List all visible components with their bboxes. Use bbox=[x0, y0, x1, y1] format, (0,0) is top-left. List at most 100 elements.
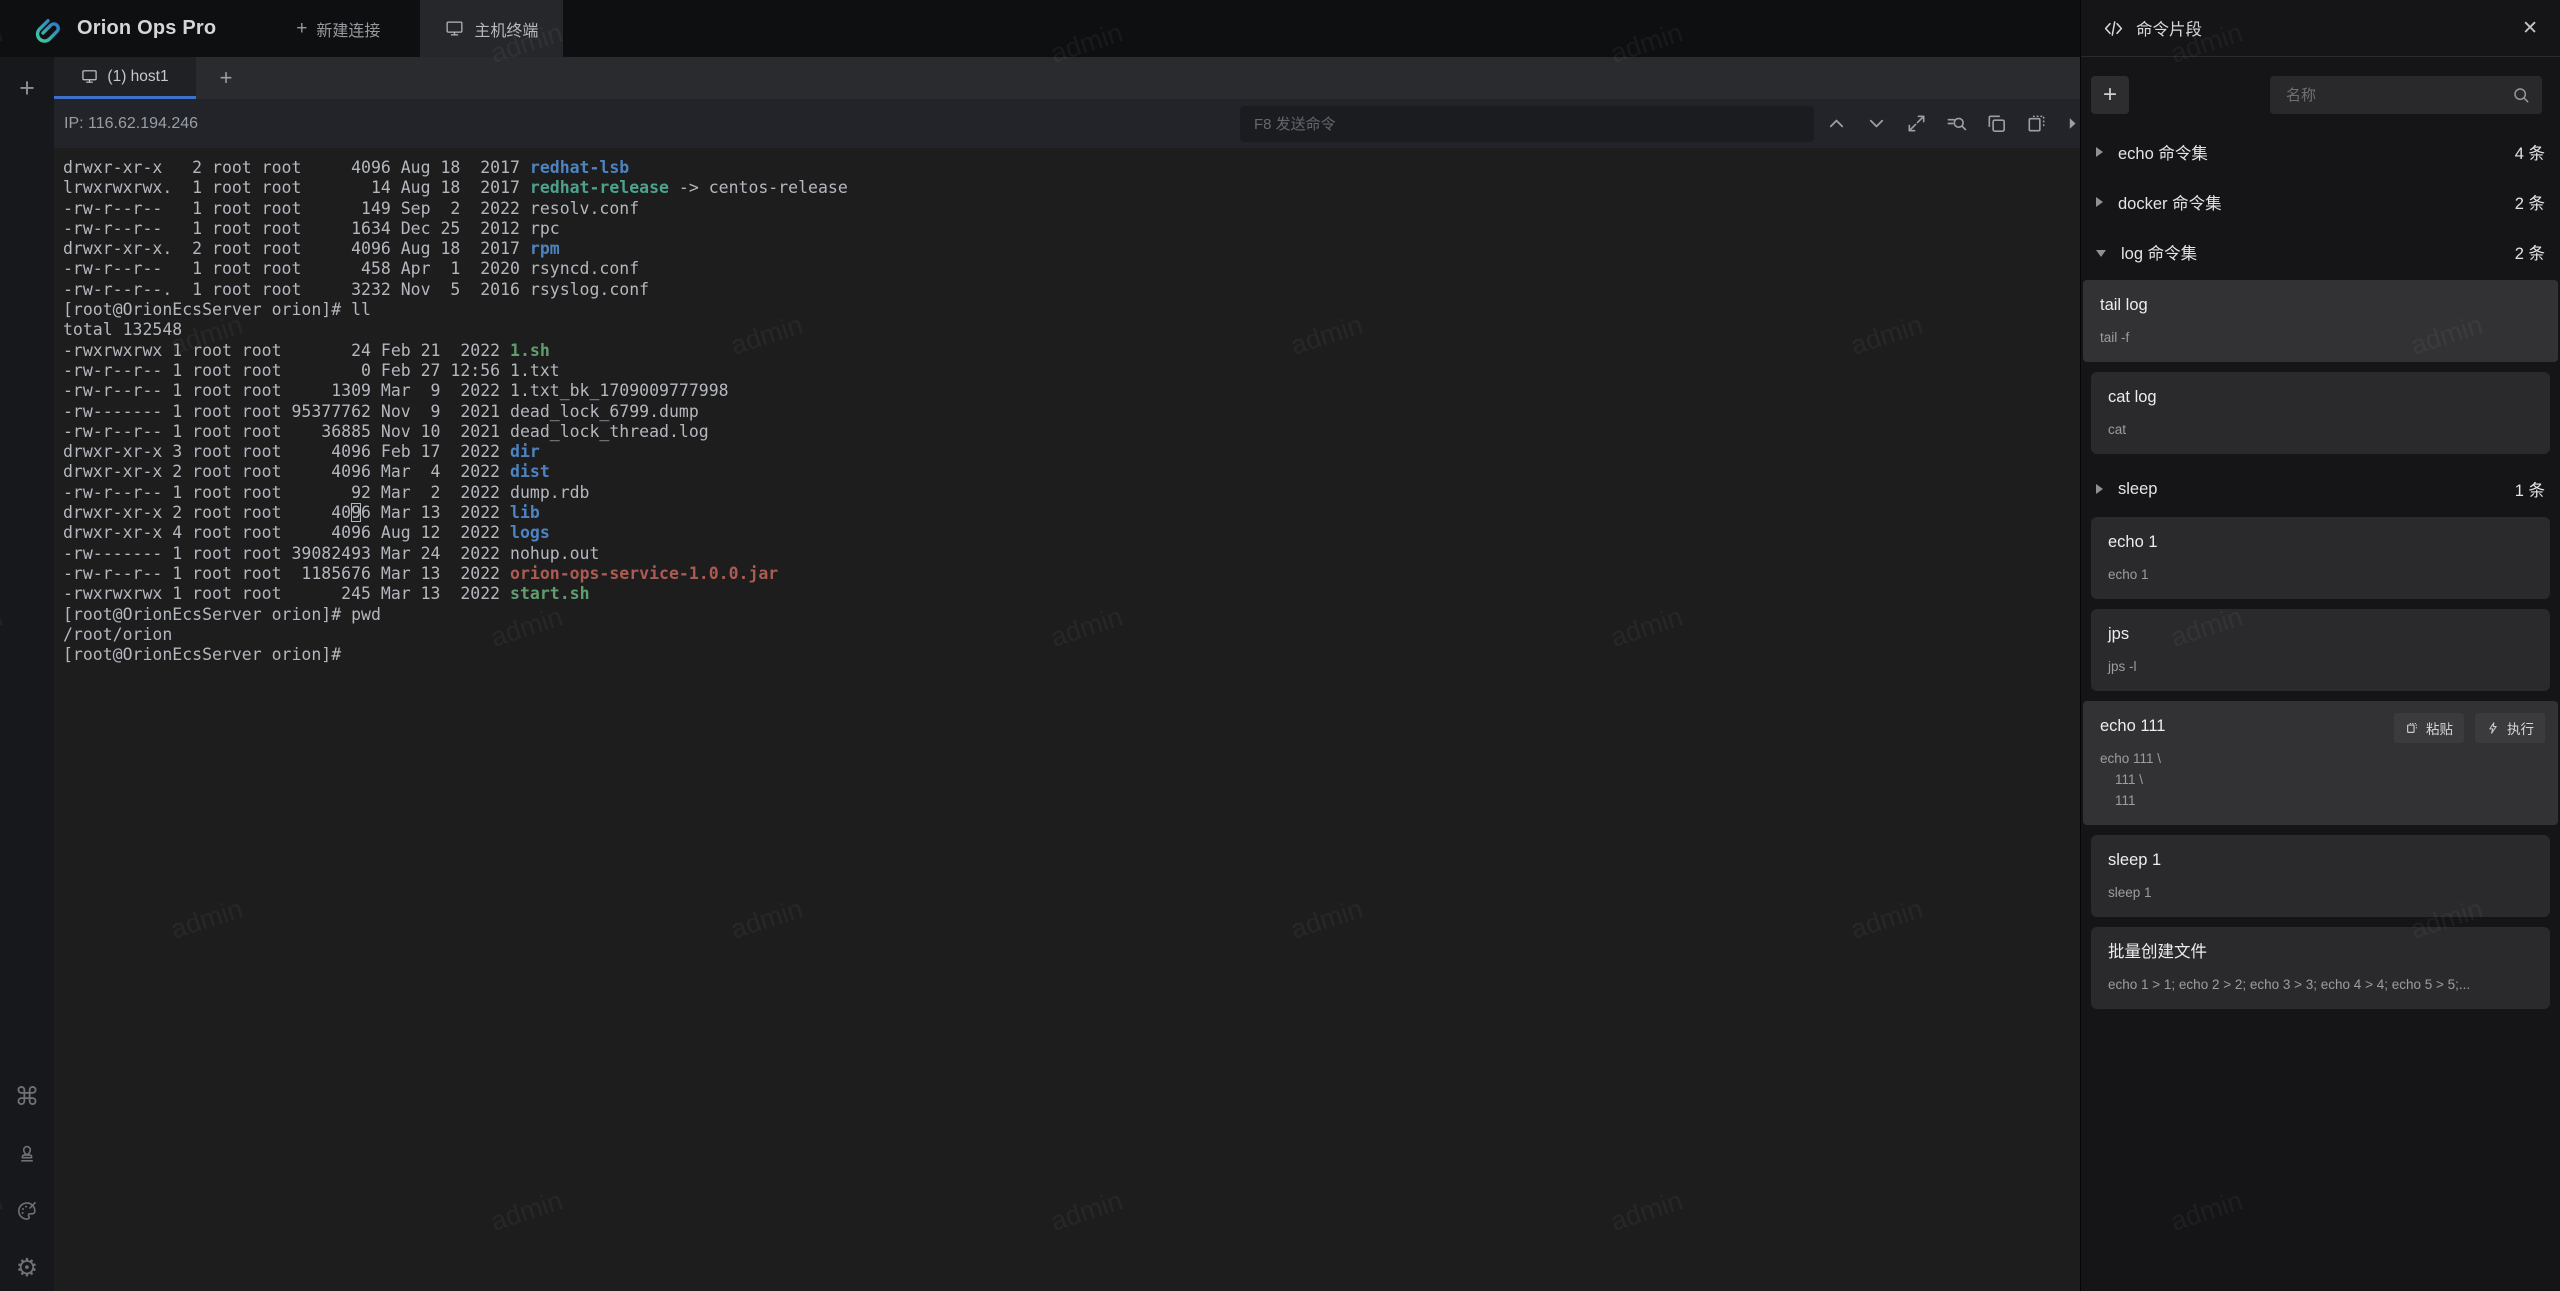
new-terminal-tab-button[interactable]: + bbox=[196, 57, 256, 99]
terminal-line: drwxr-xr-x 2 root root 4096 Aug 18 2017 … bbox=[63, 158, 2080, 178]
terminal-line: drwxr-xr-x 4 root root 4096 Aug 12 2022 … bbox=[63, 523, 2080, 543]
snippet-name: tail log bbox=[2100, 295, 2541, 316]
send-command-input[interactable] bbox=[1240, 106, 1814, 142]
snippet-command: tail -f bbox=[2100, 327, 2541, 348]
snippet-group-count: 4 条 bbox=[2515, 140, 2545, 164]
terminal-line: -rw-r--r-- 1 root root 92 Mar 2 2022 dum… bbox=[63, 483, 2080, 503]
terminal-line: [root@OrionEcsServer orion]# ll bbox=[63, 300, 2080, 320]
snippet-command: echo 1 bbox=[2108, 564, 2533, 585]
snippet-group-label: docker 命令集 bbox=[2118, 190, 2222, 214]
app-title: Orion Ops Pro bbox=[77, 17, 216, 40]
add-snippet-button[interactable]: + bbox=[2091, 76, 2129, 114]
snippet-group-count: 2 条 bbox=[2515, 190, 2545, 214]
chevron-up-icon[interactable] bbox=[1825, 112, 1848, 135]
monitor-icon bbox=[81, 68, 98, 85]
snippet-command: echo 111 \ 111 \ 111 bbox=[2100, 748, 2541, 811]
snippet-group-row[interactable]: docker 命令集 2 条 bbox=[2081, 177, 2560, 227]
terminal-line: drwxr-xr-x. 2 root root 4096 Aug 18 2017… bbox=[63, 239, 2080, 259]
top-bar: Orion Ops Pro + 新建连接 主机终端 bbox=[0, 0, 2080, 57]
new-connection-button[interactable]: + 新建连接 bbox=[296, 17, 380, 41]
snippet-group-row[interactable]: log 命令集2 条 bbox=[2081, 227, 2560, 277]
snippet-card[interactable]: sleep 1 sleep 1 bbox=[2091, 835, 2550, 917]
session-toolbar: IP: 116.62.194.246 bbox=[54, 99, 2080, 148]
terminal-line: -rwxrwxrwx 1 root root 245 Mar 13 2022 s… bbox=[63, 584, 2080, 604]
snippet-name: cat log bbox=[2108, 387, 2533, 408]
terminal-line: total 132548 bbox=[63, 320, 2080, 340]
copy-icon[interactable] bbox=[1985, 112, 2008, 135]
terminal-output[interactable]: drwxr-xr-x 2 root root 4096 Aug 18 2017 … bbox=[54, 148, 2080, 1291]
snippet-name: sleep 1 bbox=[2108, 850, 2533, 871]
snippet-card[interactable]: cat log cat bbox=[2091, 372, 2550, 454]
snippet-card[interactable]: 批量创建文件 echo 1 > 1; echo 2 > 2; echo 3 > 3… bbox=[2091, 927, 2550, 1009]
paste-button-label: 粘贴 bbox=[2426, 718, 2453, 738]
snippet-name: 批量创建文件 bbox=[2108, 942, 2533, 963]
caret-right-icon bbox=[2096, 197, 2103, 207]
terminal-line: -rw------- 1 root root 95377762 Nov 9 20… bbox=[63, 402, 2080, 422]
host-terminal-tab[interactable]: 主机终端 bbox=[420, 0, 563, 57]
terminal-line: -rwxrwxrwx 1 root root 24 Feb 21 2022 1.… bbox=[63, 341, 2080, 361]
snippet-command: cat bbox=[2108, 419, 2533, 440]
terminal-line: drwxr-xr-x 3 root root 4096 Feb 17 2022 … bbox=[63, 442, 2080, 462]
terminal-line: -rw-r--r-- 1 root root 36885 Nov 10 2021… bbox=[63, 422, 2080, 442]
terminal-line: -rw-r--r-- 1 root root 1309 Mar 9 2022 1… bbox=[63, 381, 2080, 401]
snippet-group-label: sleep bbox=[2118, 480, 2157, 499]
search-output-icon[interactable] bbox=[1945, 112, 1968, 135]
session-ip: IP: 116.62.194.246 bbox=[64, 115, 198, 133]
caret-down-icon bbox=[2096, 250, 2106, 257]
snippet-group-row[interactable]: echo 命令集 4 条 bbox=[2081, 127, 2560, 177]
paste-button[interactable]: 粘贴 bbox=[2394, 713, 2464, 743]
snippets-panel-title: 命令片段 bbox=[2136, 16, 2202, 40]
terminal-line: -rw-r--r--. 1 root root 3232 Nov 5 2016 … bbox=[63, 280, 2080, 300]
host-terminal-label: 主机终端 bbox=[474, 17, 538, 41]
terminal-line: -rw-r--r-- 1 root root 149 Sep 2 2022 re… bbox=[63, 199, 2080, 219]
terminal-tab-bar: (1) host1 + bbox=[54, 57, 2080, 99]
terminal-line: [root@OrionEcsServer orion]# bbox=[63, 645, 2080, 665]
terminal-tab-label: (1) host1 bbox=[107, 68, 168, 86]
terminal-line: -rw------- 1 root root 39082493 Mar 24 2… bbox=[63, 544, 2080, 564]
paste-icon bbox=[2405, 721, 2419, 735]
monitor-icon bbox=[445, 19, 464, 38]
search-icon bbox=[2511, 85, 2531, 105]
bolt-icon bbox=[2486, 721, 2500, 735]
snippet-card[interactable]: tail log tail -f bbox=[2083, 280, 2558, 362]
snippets-panel-header: 命令片段 ✕ bbox=[2081, 0, 2560, 57]
terminal-tab-host1[interactable]: (1) host1 bbox=[54, 57, 196, 99]
gear-icon[interactable]: ⚙ bbox=[14, 1255, 40, 1281]
terminal-line: drwxr-xr-x 2 root root 4096 Mar 13 2022 … bbox=[63, 503, 2080, 523]
left-sidebar: + ⌘ ⚙ bbox=[0, 57, 54, 1291]
snippet-card[interactable]: jps jps -l bbox=[2091, 609, 2550, 691]
snippet-search-input[interactable] bbox=[2270, 76, 2542, 114]
caret-right-icon bbox=[2096, 484, 2103, 494]
collapse-panel-icon[interactable] bbox=[2065, 112, 2076, 135]
terminal-line: [root@OrionEcsServer orion]# pwd bbox=[63, 605, 2080, 625]
command-shortcuts-icon[interactable]: ⌘ bbox=[14, 1084, 40, 1110]
paste-icon[interactable] bbox=[2025, 112, 2048, 135]
snippet-card[interactable]: echo 1echo 1 bbox=[2091, 517, 2550, 599]
snippet-command: echo 1 > 1; echo 2 > 2; echo 3 > 3; echo… bbox=[2108, 974, 2533, 995]
terminal-line: /root/orion bbox=[63, 625, 2080, 645]
snippets-toolbar: + bbox=[2081, 57, 2560, 127]
new-connection-label: 新建连接 bbox=[316, 17, 380, 41]
snippet-name: jps bbox=[2108, 624, 2533, 645]
stamp-icon[interactable] bbox=[14, 1141, 40, 1167]
run-button[interactable]: 执行 bbox=[2475, 713, 2545, 743]
snippet-group-label: echo 命令集 bbox=[2118, 140, 2208, 164]
snippet-card-actions: 粘贴 执行 bbox=[2394, 713, 2545, 743]
snippet-card[interactable]: echo 111echo 111 \ 111 \ 111粘贴执行 bbox=[2083, 701, 2558, 825]
terminal-line: -rw-r--r-- 1 root root 458 Apr 1 2020 rs… bbox=[63, 259, 2080, 279]
run-button-label: 执行 bbox=[2507, 718, 2534, 738]
snippet-command: jps -l bbox=[2108, 656, 2533, 677]
code-icon bbox=[2103, 18, 2124, 39]
snippet-command: sleep 1 bbox=[2108, 882, 2533, 903]
snippet-group-row[interactable]: sleep1 条 bbox=[2081, 464, 2560, 514]
command-snippets-panel: 命令片段 ✕ + echo 命令集 4 条 docker 命令集 2 条 log 命令集… bbox=[2080, 0, 2560, 1291]
maximize-icon[interactable] bbox=[1905, 112, 1928, 135]
snippet-list: echo 命令集4 条docker 命令集2 条log 命令集2 条tail l… bbox=[2081, 127, 2560, 1009]
close-icon[interactable]: ✕ bbox=[2522, 19, 2538, 38]
palette-icon[interactable] bbox=[14, 1198, 40, 1224]
chevron-down-icon[interactable] bbox=[1865, 112, 1888, 135]
sidebar-add-button[interactable]: + bbox=[0, 68, 54, 108]
terminal-line: -rw-r--r-- 1 root root 1185676 Mar 13 20… bbox=[63, 564, 2080, 584]
orion-logo-icon bbox=[33, 14, 63, 44]
terminal-line: -rw-r--r-- 1 root root 1634 Dec 25 2012 … bbox=[63, 219, 2080, 239]
